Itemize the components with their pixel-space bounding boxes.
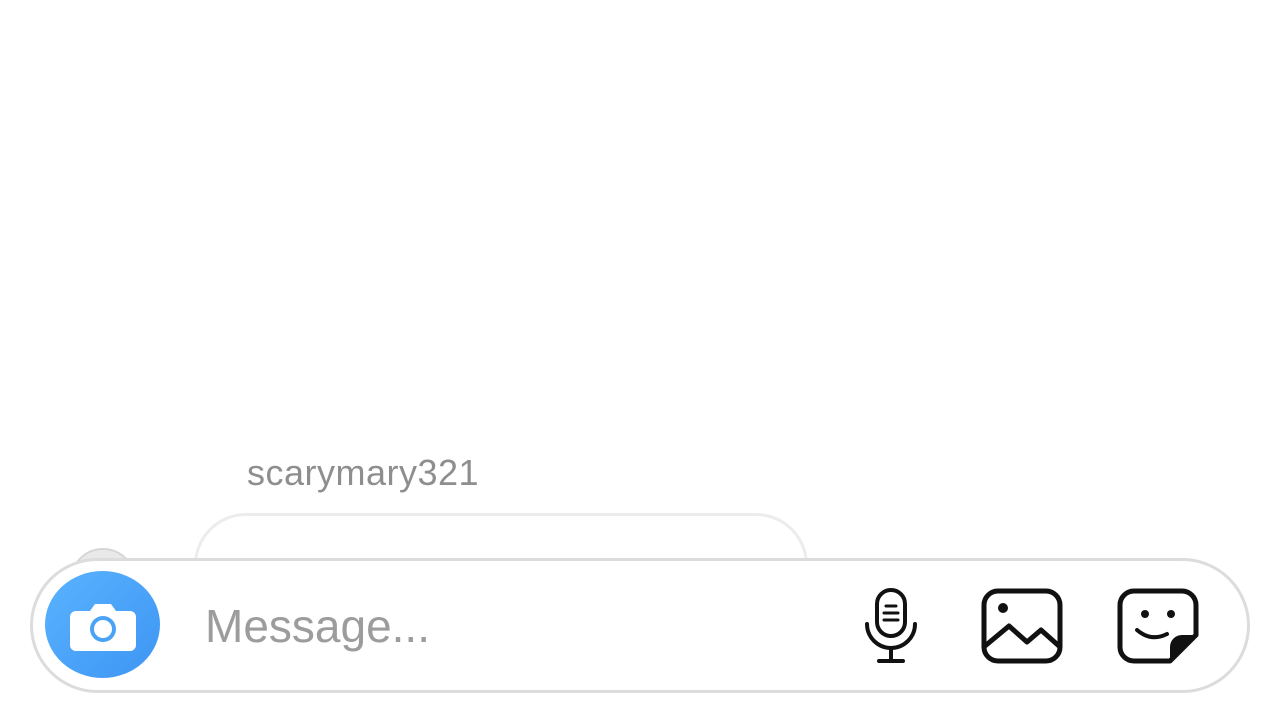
sticker-button[interactable] [1116, 584, 1200, 668]
sticker-icon [1117, 588, 1199, 664]
gallery-icon [981, 588, 1063, 664]
microphone-button[interactable] [849, 584, 933, 668]
direct-message-screen: scarymary321 [0, 0, 1280, 720]
message-input[interactable] [205, 592, 825, 660]
camera-icon [69, 603, 136, 651]
sender-username: scarymary321 [247, 452, 480, 493]
gallery-button[interactable] [980, 584, 1064, 668]
camera-button[interactable] [45, 571, 160, 678]
microphone-icon [865, 588, 917, 663]
